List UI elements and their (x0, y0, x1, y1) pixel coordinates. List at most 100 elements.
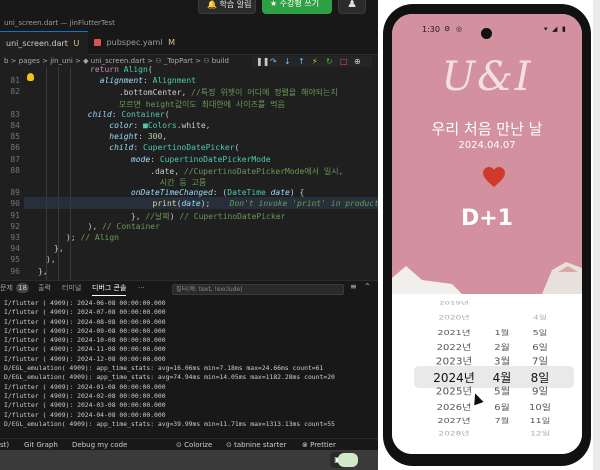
console-line: I/flutter ( 4909): 2024-10-08 00:00:00.0… (4, 336, 166, 345)
more-tabs-icon[interactable]: ··· (138, 281, 145, 295)
console-line: I/flutter ( 4909): 2024-03-08 00:00:00.0… (4, 401, 166, 410)
code-area[interactable]: return Align( 81 alignment: Alignment 82 .… (0, 65, 378, 280)
line-number: 81 (10, 76, 20, 86)
picker-item[interactable]: 2027년 (426, 415, 482, 425)
code-line[interactable]: alignment: Alignment (90, 76, 196, 85)
picker-item[interactable]: 12일 (520, 429, 560, 437)
line-number: 84 (10, 121, 20, 130)
picker-item[interactable]: 2021년 (426, 326, 482, 337)
picker-item[interactable]: 6일 (520, 340, 560, 352)
tab-output[interactable]: 출력 (38, 281, 51, 295)
code-line[interactable]: onDateTimeChanged: (DateTime date) { (102, 188, 304, 197)
wifi-icon: ▾ (544, 25, 548, 33)
tab-debug-console[interactable]: 디버그 콘솔 (92, 281, 127, 296)
picker-item[interactable]: 10일 (520, 401, 560, 413)
clock: 1:30 (422, 25, 440, 34)
code-line[interactable]: ), (46, 255, 56, 264)
yaml-file-icon (94, 39, 101, 46)
code-line[interactable]: print(date); Don't invoke 'print' in pro… (114, 199, 378, 208)
write-review-button[interactable]: ★ 수강평 쓰기 (262, 0, 332, 14)
learning-alert-button[interactable]: 🔔 학습 알림 (198, 0, 256, 14)
day-wheel[interactable]: 4일 5일 6일 7일 8일 9일 10일 11일 12일 (520, 294, 560, 454)
picker-item[interactable]: 11일 (520, 415, 560, 425)
month-wheel[interactable]: 1월 2월 3월 4월 5월 6월 7월 (486, 294, 518, 454)
picker-item[interactable]: 2023년 (426, 354, 482, 368)
console-line: I/flutter ( 4909): 2024-08-08 00:00:00.0… (4, 317, 166, 326)
picker-item[interactable]: 2019년 (426, 300, 482, 307)
phone-screen: 1:30 ⚙ ◎ ▾ ◢ ▮ U&I 우리 처음 만난 날 2024.04.07… (392, 14, 582, 454)
code-line[interactable]: ), // Container (78, 222, 160, 231)
heart-icon[interactable] (482, 166, 506, 190)
app-logo-text: U&I (441, 54, 533, 100)
code-editor-window: 🔔 학습 알림 ★ 수강평 쓰기 ♟ uni_screen.dart — jin… (0, 0, 378, 470)
code-line[interactable]: color: ■Colors.white, (90, 121, 210, 130)
code-line[interactable]: }, //날짜) // CupertinoDatePicker (102, 211, 285, 222)
tab-problems[interactable]: 문제 (0, 281, 13, 295)
code-line[interactable]: return Align( (90, 65, 153, 74)
console-line: I/flutter ( 4909): 2024-12-08 00:00:00.0… (4, 354, 166, 363)
line-number: 82 (10, 87, 20, 97)
picker-item[interactable]: 2월 (486, 340, 518, 352)
debug-console-output: I/flutter ( 4909): 2024-06-08 00:00:00.0… (4, 299, 378, 429)
status-bar: st) Git Graph Debug my code ⊙ Colorize ⊙… (0, 438, 378, 450)
code-line[interactable]: mode: CupertinoDatePickerMode (102, 155, 271, 164)
picker-item[interactable]: 9일 (520, 385, 560, 399)
picker-item[interactable]: 7일 (520, 354, 560, 368)
clear-console-icon[interactable]: ≡ (350, 282, 357, 291)
line-number: 85 (10, 132, 20, 142)
tab-uni-screen[interactable]: uni_screen.dart U (0, 31, 88, 55)
code-line[interactable]: }, (54, 244, 64, 253)
line-number: 90 (10, 199, 20, 209)
console-line: I/flutter ( 4909): 2024-06-08 00:00:00.0… (4, 299, 166, 307)
first-meet-date: 2024.04.07 (458, 140, 516, 151)
first-meet-title: 우리 처음 만난 날 (431, 120, 543, 138)
console-line: D/EGL_emulation( 4909): app_time_stats: … (4, 373, 335, 382)
indent-guide (46, 67, 47, 280)
picker-item[interactable]: 5월 (486, 385, 518, 399)
tab-badge: U (73, 39, 80, 48)
user-avatar-icon[interactable]: ♟ (338, 0, 366, 14)
settings-status-icon: ⚙ (444, 25, 451, 33)
code-line[interactable]: .bottomCenter, //특정 위젯이 어디에 정렬을 해야되는지 (90, 87, 338, 98)
console-filter-input[interactable]: 필터(예: text, !exclude) (172, 284, 344, 295)
picker-item[interactable]: 6월 (486, 401, 518, 413)
picker-item[interactable]: 1월 (486, 326, 518, 337)
picker-item[interactable]: 3월 (486, 354, 518, 368)
picker-selected-item[interactable]: 8일 (520, 369, 560, 386)
code-line[interactable]: .date, //CupertinoDatePickerMode에서 일시, (102, 166, 343, 177)
tab-pubspec[interactable]: pubspec.yaml M (88, 31, 175, 55)
console-line: I/flutter ( 4909): 2024-11-08 00:00:00.0… (4, 345, 166, 354)
code-line[interactable]: ); // Align (66, 233, 119, 242)
code-line[interactable]: height: 300, (90, 132, 167, 141)
console-line: I/flutter ( 4909): 2024-07-08 00:00:00.0… (4, 308, 166, 317)
tab-label: pubspec.yaml (106, 38, 163, 47)
code-line[interactable]: 시간 등 고름 (102, 177, 206, 188)
picker-selected-item[interactable]: 4월 (486, 369, 518, 386)
picker-item[interactable]: 7월 (486, 415, 518, 425)
tab-label: uni_screen.dart (6, 39, 68, 48)
code-line[interactable]: }, (38, 267, 48, 276)
line-number: 96 (10, 266, 20, 276)
code-line[interactable]: child: Container( (78, 110, 170, 119)
picker-item[interactable]: 2028년 (426, 429, 482, 437)
code-line[interactable]: 모르면 height값이도 최대한에 사이즈를 먹음 (90, 99, 285, 110)
picker-item[interactable]: 5일 (520, 326, 560, 337)
line-number: 91 (10, 210, 20, 220)
cupertino-date-picker[interactable]: 2019년 2020년 2021년 2022년 2023년 2024년 2025년 2026년… (392, 294, 582, 454)
picker-item[interactable]: 2020년 (426, 313, 482, 321)
picker-item[interactable]: 2022년 (426, 340, 482, 352)
top-toolbar: 🔔 학습 알림 ★ 수강평 쓰기 ♟ (0, 0, 378, 15)
lightbulb-icon[interactable] (27, 73, 34, 81)
window-title: uni_screen.dart — jinFlutterTest (0, 15, 378, 31)
collapse-panel-icon[interactable]: ⌃ (364, 282, 371, 291)
code-line[interactable]: child: CupertinoDatePicker( (90, 143, 239, 152)
line-number: 83 (10, 109, 20, 119)
tab-terminal[interactable]: 터미널 (62, 281, 81, 295)
year-wheel[interactable]: 2019년 2020년 2021년 2022년 2023년 2024년 2025년 2026년… (426, 294, 482, 454)
line-number: 94 (10, 244, 20, 254)
picker-selected-item[interactable]: 2024년 (426, 369, 482, 386)
picker-item[interactable]: 4일 (520, 313, 560, 321)
right-strip (593, 0, 600, 470)
console-line: D/EGL_emulation( 4909): app_time_stats: … (4, 364, 324, 373)
app-logo-icon (338, 453, 358, 467)
